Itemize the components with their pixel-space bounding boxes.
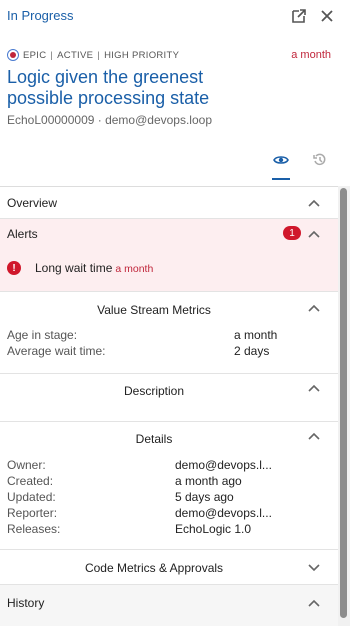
tag-epic: EPIC [23, 49, 47, 61]
tag-separator: | [97, 49, 101, 61]
alert-item[interactable]: Long wait time a month [35, 261, 153, 275]
section-title: Code Metrics & Approvals [84, 561, 224, 575]
close-icon [321, 10, 333, 22]
tag-row: EPIC | ACTIVE | HIGH PRIORITY [7, 49, 179, 61]
detail-label: Releases: [7, 522, 61, 536]
chevron-up-icon[interactable] [308, 230, 320, 238]
section-title[interactable]: Value Stream Metrics [4, 303, 304, 317]
tab-history[interactable] [311, 151, 329, 169]
active-tab-indicator [272, 178, 290, 180]
popout-button[interactable] [290, 7, 308, 25]
vsm-value: a month [234, 328, 278, 342]
detail-label: Created: [7, 474, 54, 488]
detail-value[interactable]: EchoLogic 1.0 [175, 522, 251, 536]
section-code-metrics[interactable]: Code Metrics & Approvals [0, 550, 338, 585]
section-value-stream-metrics: Value Stream Metrics Age in stage: a mon… [0, 292, 338, 374]
item-title[interactable]: Logic given the greenest possible proces… [7, 67, 257, 109]
chevron-up-icon[interactable] [308, 304, 320, 312]
section-title[interactable]: Alerts [7, 227, 38, 241]
section-description: Description [0, 374, 338, 422]
section-title: History [7, 596, 45, 610]
epic-type-icon [7, 49, 19, 61]
vsm-label: Average wait time: [7, 344, 106, 358]
detail-value: demo@devops.l... [175, 506, 272, 520]
vsm-value: 2 days [234, 344, 270, 358]
history-icon [313, 153, 326, 166]
item-id-owner: EchoL00000009 · demo@devops.loop [7, 113, 212, 127]
chevron-up-icon[interactable] [308, 432, 320, 440]
alert-message: Long wait time [35, 261, 113, 275]
detail-value: demo@devops.l... [175, 458, 272, 472]
chevron-up-icon[interactable] [308, 199, 320, 207]
chevron-down-icon[interactable] [308, 564, 320, 572]
eye-icon [273, 156, 289, 164]
alert-age: a month [115, 263, 154, 275]
alert-count-badge: 1 [283, 226, 301, 240]
section-history[interactable]: History [0, 585, 338, 626]
chevron-up-icon[interactable] [308, 384, 320, 392]
detail-value: a month ago [175, 474, 242, 488]
section-details: Details Owner: demo@devops.l... Created:… [0, 422, 338, 550]
section-overview[interactable]: Overview [0, 187, 338, 219]
section-title[interactable]: Details [4, 432, 304, 446]
error-icon: ! [7, 261, 21, 275]
tag-active: ACTIVE [57, 49, 94, 61]
status-title: In Progress [7, 8, 74, 23]
scrollbar-thumb[interactable] [340, 188, 347, 618]
tag-priority: HIGH PRIORITY [104, 49, 180, 61]
detail-label: Updated: [7, 490, 56, 504]
section-title: Overview [7, 196, 58, 210]
detail-value: 5 days ago [175, 490, 234, 504]
detail-label: Reporter: [7, 506, 58, 520]
age-label: a month [291, 49, 331, 61]
vsm-label: Age in stage: [7, 328, 78, 342]
detail-label: Owner: [7, 458, 46, 472]
close-button[interactable] [318, 7, 336, 25]
section-title[interactable]: Description [4, 384, 304, 398]
tab-view[interactable] [272, 151, 290, 169]
popout-icon [292, 9, 306, 23]
chevron-up-icon[interactable] [308, 599, 320, 607]
tag-separator: | [50, 49, 54, 61]
